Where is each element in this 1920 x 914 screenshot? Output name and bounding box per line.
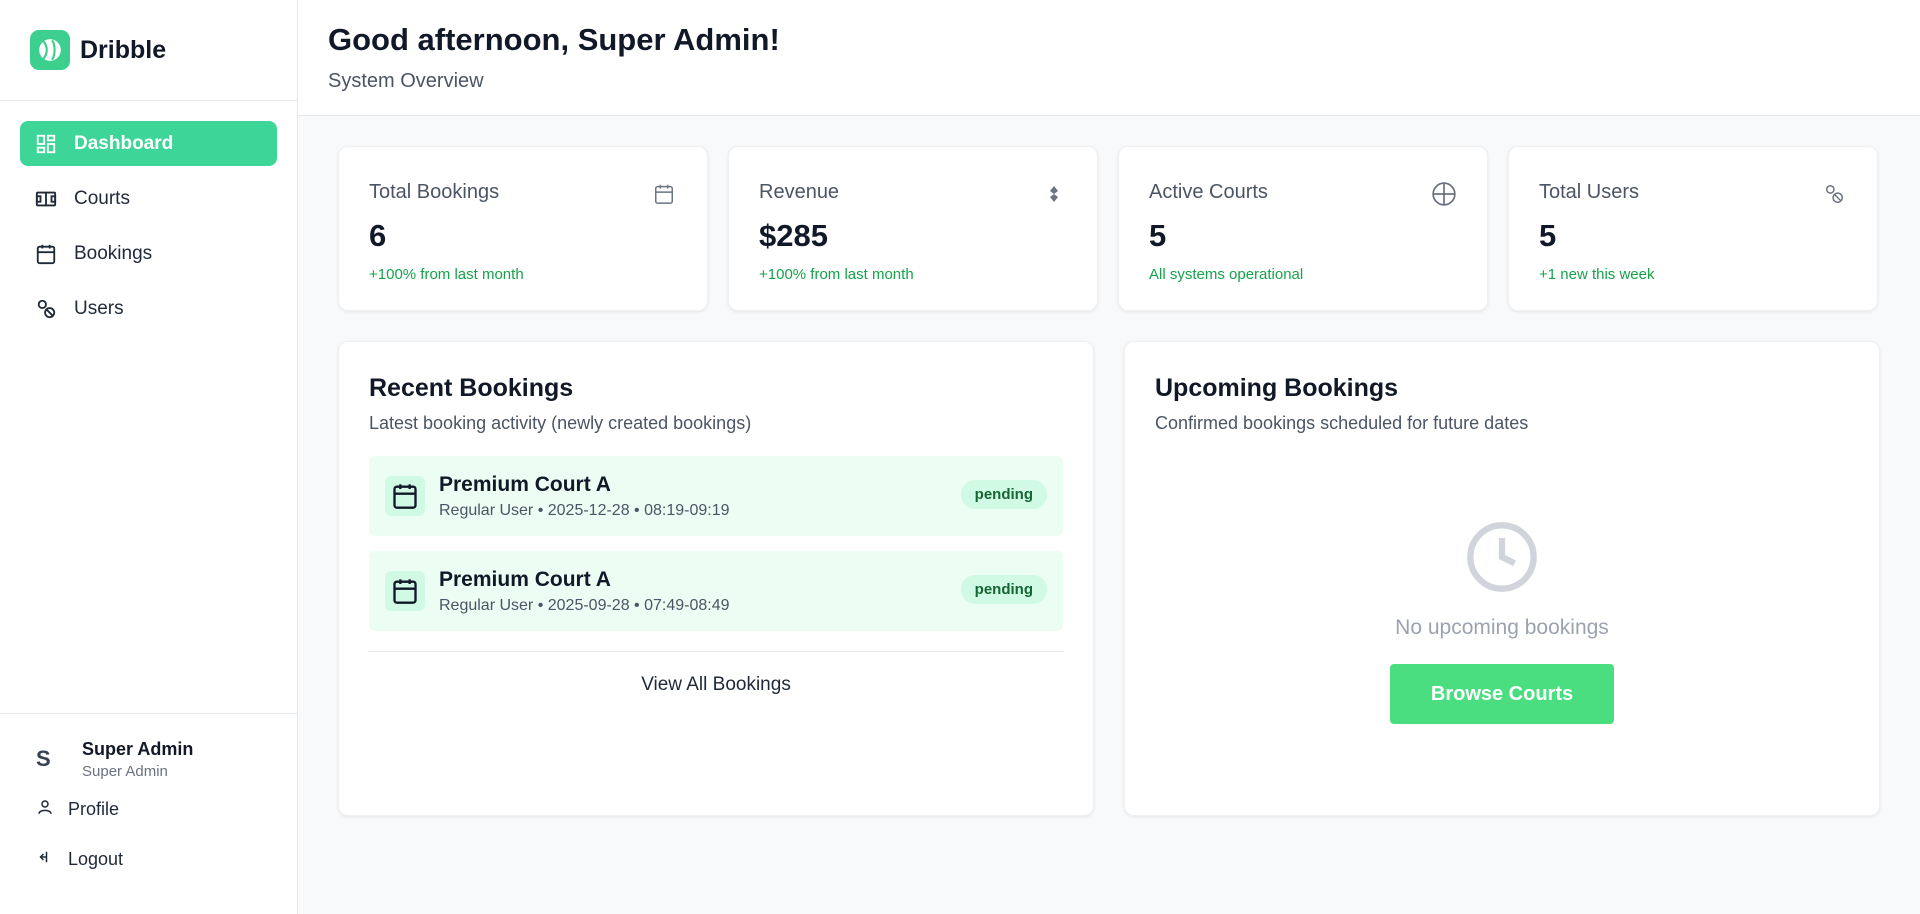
panel-subtitle: Confirmed bookings scheduled for future … [1155, 413, 1529, 433]
view-all-bookings-link[interactable]: View All Bookings [369, 674, 1063, 696]
profile-link[interactable]: Profile [0, 784, 297, 834]
page-header: Good afternoon, Super Admin! System Over… [298, 0, 1920, 116]
stat-value: $285 [759, 218, 828, 253]
calendar-icon [385, 476, 425, 516]
sidebar-item-label: Courts [74, 187, 130, 209]
sidebar-nav: Dashboard Courts Bookings Users [0, 101, 297, 713]
users-icon [34, 297, 58, 321]
main-content: Good afternoon, Super Admin! System Over… [298, 0, 1920, 914]
booking-meta: Regular User • 2025-09-28 • 07:49-08:49 [439, 596, 730, 614]
court-icon [34, 187, 58, 211]
profile-label: Profile [68, 798, 120, 819]
sidebar-item-dashboard[interactable]: Dashboard [20, 121, 277, 166]
panel-subtitle: Latest booking activity (newly created b… [369, 413, 752, 433]
upcoming-bookings-panel: Upcoming Bookings Confirmed bookings sch… [1124, 341, 1880, 816]
status-badge: pending [960, 480, 1047, 509]
sidebar-item-label: Dashboard [74, 132, 174, 154]
stats-row: Total Bookings 6 +100% from last month R… [338, 146, 1880, 311]
sidebar-item-label: Users [74, 297, 124, 319]
sidebar: Dribble Dashboard Courts Bookings Users … [0, 0, 298, 914]
stat-note: All systems operational [1149, 266, 1304, 283]
stat-card-revenue: Revenue $285 +100% from last month [728, 146, 1098, 311]
browse-courts-button[interactable]: Browse Courts [1390, 664, 1614, 724]
calendar-icon [385, 571, 425, 611]
divider [369, 651, 1063, 652]
sidebar-item-users[interactable]: Users [20, 286, 277, 331]
logout-label: Logout [68, 848, 124, 869]
stat-value: 6 [369, 218, 387, 253]
calendar-icon [651, 181, 677, 207]
status-badge: pending [960, 575, 1047, 604]
stat-card-total-users: Total Users 5 +1 new this week [1508, 146, 1878, 311]
stat-value: 5 [1149, 218, 1167, 253]
stat-note: +1 new this week [1539, 266, 1655, 283]
dollar-icon [1041, 181, 1067, 207]
list-item[interactable]: Premium Court A Regular User • 2025-09-2… [369, 551, 1063, 631]
stat-card-total-bookings: Total Bookings 6 +100% from last month [338, 146, 708, 311]
brand: Dribble [0, 0, 297, 101]
brand-name: Dribble [80, 35, 167, 64]
booking-court: Premium Court A [439, 567, 611, 591]
booking-court: Premium Court A [439, 472, 611, 496]
panel-title: Upcoming Bookings [1155, 374, 1399, 402]
sidebar-footer: S Super Admin Super Admin Profile Logout [0, 713, 297, 914]
empty-state-text: No upcoming bookings [1395, 616, 1609, 639]
logout-icon [36, 848, 54, 871]
sidebar-item-label: Bookings [74, 242, 153, 264]
dashboard-icon [34, 132, 58, 156]
stat-label: Total Users [1539, 181, 1640, 203]
page-subtitle: System Overview [328, 70, 484, 92]
calendar-icon [34, 242, 58, 266]
sidebar-item-bookings[interactable]: Bookings [20, 231, 277, 276]
current-user: S Super Admin Super Admin [0, 734, 297, 784]
panel-title: Recent Bookings [369, 374, 574, 402]
users-icon [1821, 181, 1847, 207]
court-globe-icon [1431, 181, 1457, 207]
stat-value: 5 [1539, 218, 1557, 253]
booking-list: Premium Court A Regular User • 2025-12-2… [369, 456, 1063, 631]
stat-label: Active Courts [1149, 181, 1268, 203]
user-name: Super Admin [82, 738, 194, 759]
stat-note: +100% from last month [369, 266, 524, 283]
list-item[interactable]: Premium Court A Regular User • 2025-12-2… [369, 456, 1063, 536]
recent-bookings-panel: Recent Bookings Latest booking activity … [338, 341, 1094, 816]
basketball-logo-icon [30, 30, 70, 70]
clock-icon [1464, 519, 1540, 600]
avatar: S [36, 746, 51, 771]
user-role: Super Admin [82, 762, 168, 780]
stat-note: +100% from last month [759, 266, 914, 283]
logout-link[interactable]: Logout [0, 834, 297, 884]
stat-label: Revenue [759, 181, 840, 203]
stat-label: Total Bookings [369, 181, 500, 203]
panels-row: Recent Bookings Latest booking activity … [338, 341, 1880, 816]
user-icon [36, 798, 54, 821]
page-title: Good afternoon, Super Admin! [328, 22, 780, 57]
stat-card-active-courts: Active Courts 5 All systems operational [1118, 146, 1488, 311]
sidebar-item-courts[interactable]: Courts [20, 176, 277, 221]
booking-meta: Regular User • 2025-12-28 • 08:19-09:19 [439, 501, 730, 519]
empty-state: No upcoming bookings Browse Courts [1155, 519, 1849, 724]
